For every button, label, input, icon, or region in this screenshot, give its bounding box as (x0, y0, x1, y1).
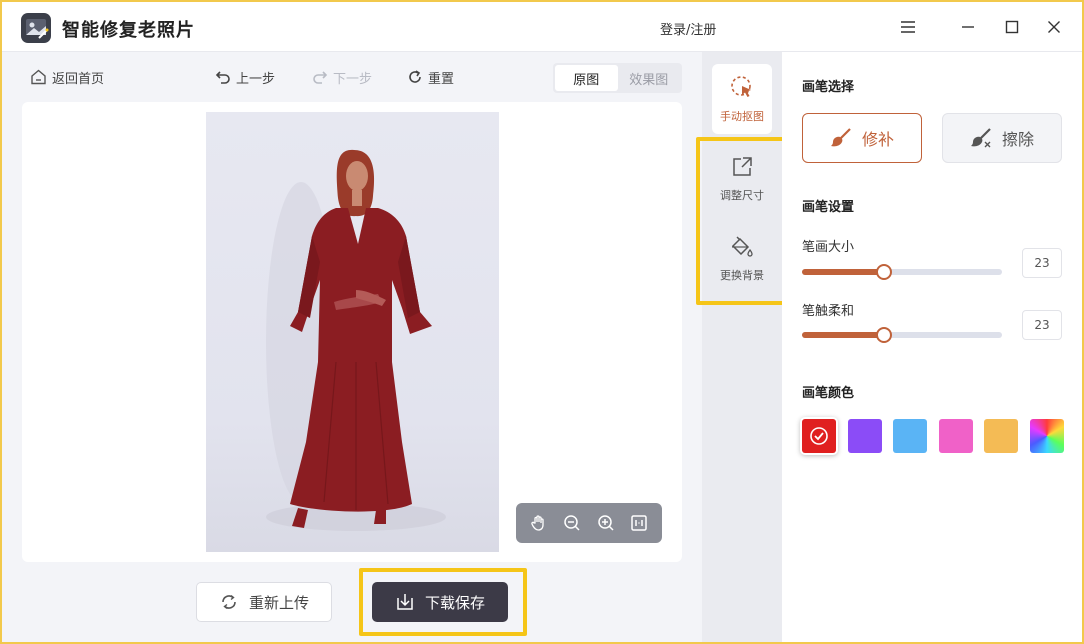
erase-brush-button[interactable]: 擦除 (942, 113, 1062, 163)
brush-size-slider[interactable] (802, 264, 1002, 280)
brush-size-label: 笔画大小 (802, 240, 855, 255)
hand-pan-icon[interactable] (527, 511, 551, 535)
tool-change-background-label: 更换背景 (720, 269, 764, 282)
zoom-in-icon[interactable] (594, 511, 618, 535)
maximize-icon[interactable] (1000, 15, 1024, 39)
app-title: 智能修复老照片 (62, 20, 195, 41)
reset-icon (409, 70, 421, 83)
tool-resize-label: 调整尺寸 (720, 189, 764, 202)
softness-slider-thumb[interactable] (876, 327, 892, 343)
color-swatch[interactable] (938, 419, 973, 453)
lasso-cursor-icon (731, 76, 751, 97)
person-image (266, 149, 446, 531)
brush-size-slider-fill (802, 269, 884, 275)
close-icon[interactable] (1042, 15, 1066, 39)
repair-label: 修补 (861, 130, 894, 149)
reupload-button[interactable]: 重新上传 (196, 582, 332, 622)
app-window: 智能修复老照片 登录/注册 返回首页 上一步 下一步 重置 原图 效果图 重新上… (2, 2, 1082, 642)
repair-brush-button[interactable]: 修补 (802, 113, 922, 163)
reupload-label: 重新上传 (248, 593, 309, 612)
brush-icon (830, 128, 851, 147)
back-home-label: 返回首页 (52, 71, 105, 87)
brush-settings-title: 画笔设置 (802, 200, 855, 215)
fit-screen-icon[interactable] (627, 511, 651, 535)
erase-label: 擦除 (1001, 130, 1034, 149)
view-toggle: 原图 效果图 (553, 63, 682, 93)
menu-icon[interactable] (896, 15, 920, 39)
redo-label: 下一步 (333, 71, 373, 87)
tab-original[interactable]: 原图 (555, 65, 618, 91)
tool-change-background[interactable]: 更换背景 (712, 224, 772, 294)
refresh-icon (222, 594, 236, 610)
color-swatch[interactable] (984, 419, 1018, 453)
color-swatch[interactable] (893, 419, 927, 453)
reset-button[interactable]: 重置 (407, 66, 454, 88)
softness-slider[interactable] (802, 327, 1002, 343)
softness-label: 笔触柔和 (802, 304, 855, 319)
check-circle-icon (810, 427, 828, 445)
brush-size-slider-thumb[interactable] (876, 264, 892, 280)
download-save-button[interactable]: 下载保存 (372, 582, 508, 622)
download-icon (397, 594, 413, 610)
redo-button[interactable]: 下一步 (312, 66, 372, 88)
app-logo (21, 13, 51, 43)
back-home-button[interactable]: 返回首页 (30, 66, 104, 88)
softness-value[interactable]: 23 (1022, 310, 1062, 340)
brush-settings-panel: 画笔选择 修补 擦除 画笔设置 笔画大小 23 笔触柔和 23 画笔颜色 (782, 52, 1082, 642)
eraser-brush-icon (970, 128, 991, 148)
photo-preview[interactable] (206, 112, 499, 552)
color-swatch-rainbow[interactable] (1029, 419, 1064, 453)
tool-sidebar: 手动抠图 调整尺寸 更换背景 (702, 52, 782, 642)
undo-label: 上一步 (236, 71, 276, 87)
color-swatch[interactable] (802, 419, 836, 453)
login-register-link[interactable]: 登录/注册 (660, 19, 716, 38)
tool-resize[interactable]: 调整尺寸 (712, 144, 772, 214)
paint-bucket-icon (731, 236, 753, 257)
undo-icon (215, 71, 230, 84)
download-save-label: 下载保存 (424, 593, 485, 612)
brush-select-title: 画笔选择 (802, 80, 855, 95)
minimize-icon[interactable] (956, 15, 980, 39)
home-icon (31, 69, 46, 85)
undo-button[interactable]: 上一步 (215, 66, 275, 88)
color-swatch[interactable] (847, 419, 882, 453)
canvas-area[interactable] (22, 102, 682, 562)
softness-slider-fill (802, 332, 884, 338)
resize-icon (733, 157, 752, 176)
brush-size-value[interactable]: 23 (1022, 248, 1062, 278)
zoom-toolbar (516, 503, 662, 543)
title-bar: 智能修复老照片 登录/注册 (2, 2, 1082, 52)
zoom-out-icon[interactable] (560, 511, 584, 535)
tool-manual-cutout[interactable]: 手动抠图 (712, 64, 772, 134)
redo-icon (313, 71, 328, 84)
tool-manual-cutout-label: 手动抠图 (720, 110, 764, 123)
reset-label: 重置 (428, 71, 455, 87)
tab-result[interactable]: 效果图 (618, 65, 681, 91)
brush-color-title: 画笔颜色 (802, 386, 855, 401)
